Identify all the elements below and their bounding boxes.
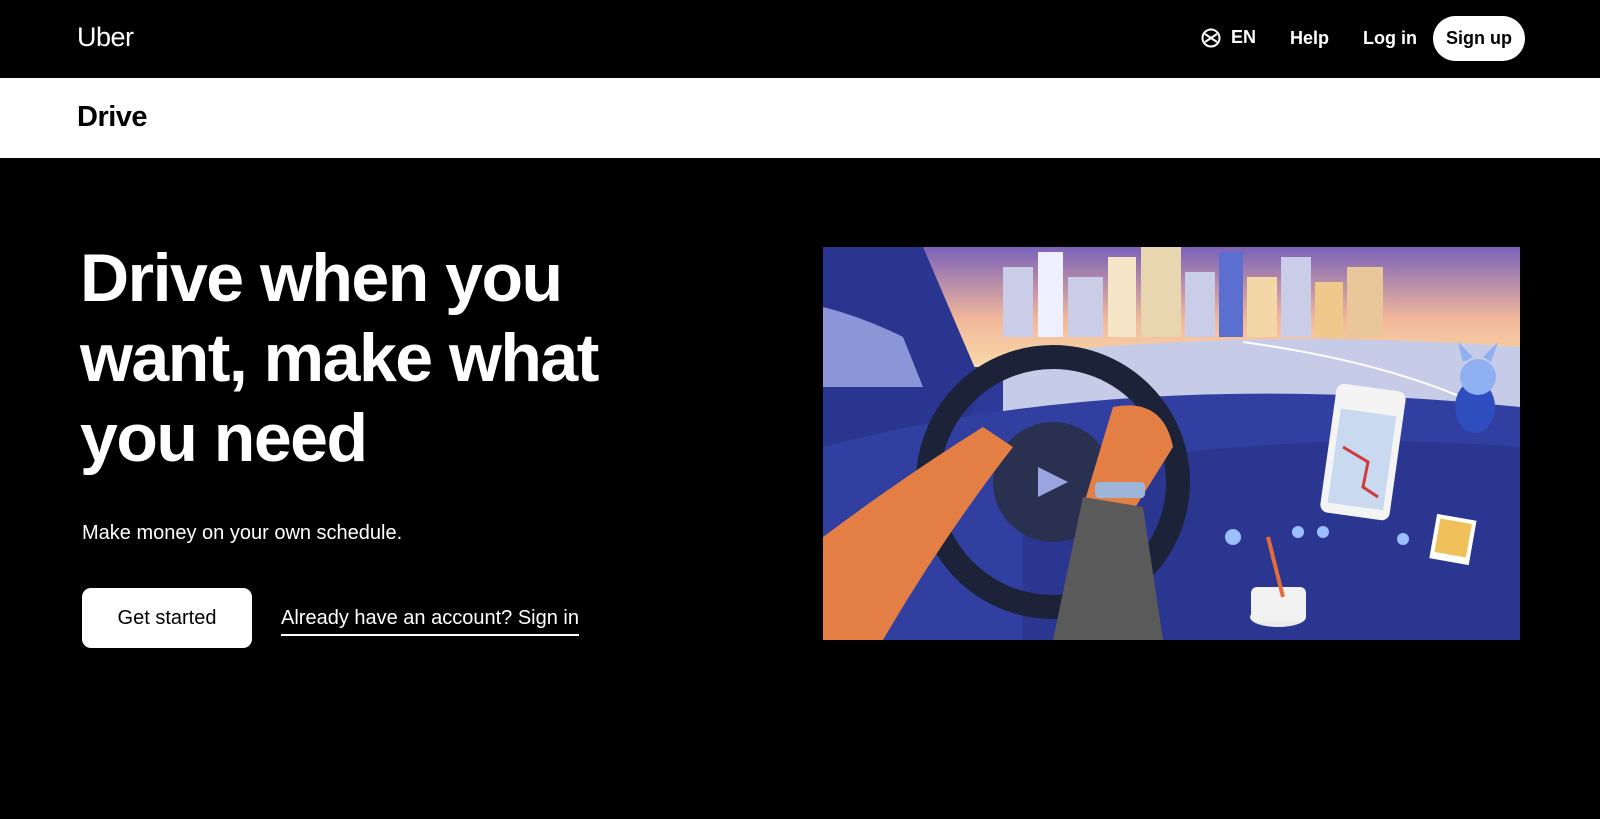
hero-subtitle: Make money on your own schedule. <box>82 522 403 544</box>
hero-title: Drive when you want, make what you need <box>80 240 599 476</box>
top-nav: Uber EN Help Log in Sign up <box>0 0 1600 78</box>
language-label: EN <box>1231 27 1257 47</box>
login-link[interactable]: Log in <box>1363 28 1417 49</box>
get-started-button[interactable]: Get started <box>82 588 252 648</box>
help-link[interactable]: Help <box>1290 28 1329 49</box>
uber-logo[interactable]: Uber <box>77 22 134 53</box>
globe-icon <box>1201 28 1221 47</box>
sign-in-link[interactable]: Already have an account? Sign in <box>281 607 579 636</box>
sub-header: Drive <box>0 78 1600 158</box>
signup-button[interactable]: Sign up <box>1433 16 1525 61</box>
language-selector[interactable]: EN <box>1201 27 1256 48</box>
driving-illustration <box>823 247 1520 640</box>
hero-illustration <box>823 247 1520 640</box>
section-title[interactable]: Drive <box>77 101 148 134</box>
